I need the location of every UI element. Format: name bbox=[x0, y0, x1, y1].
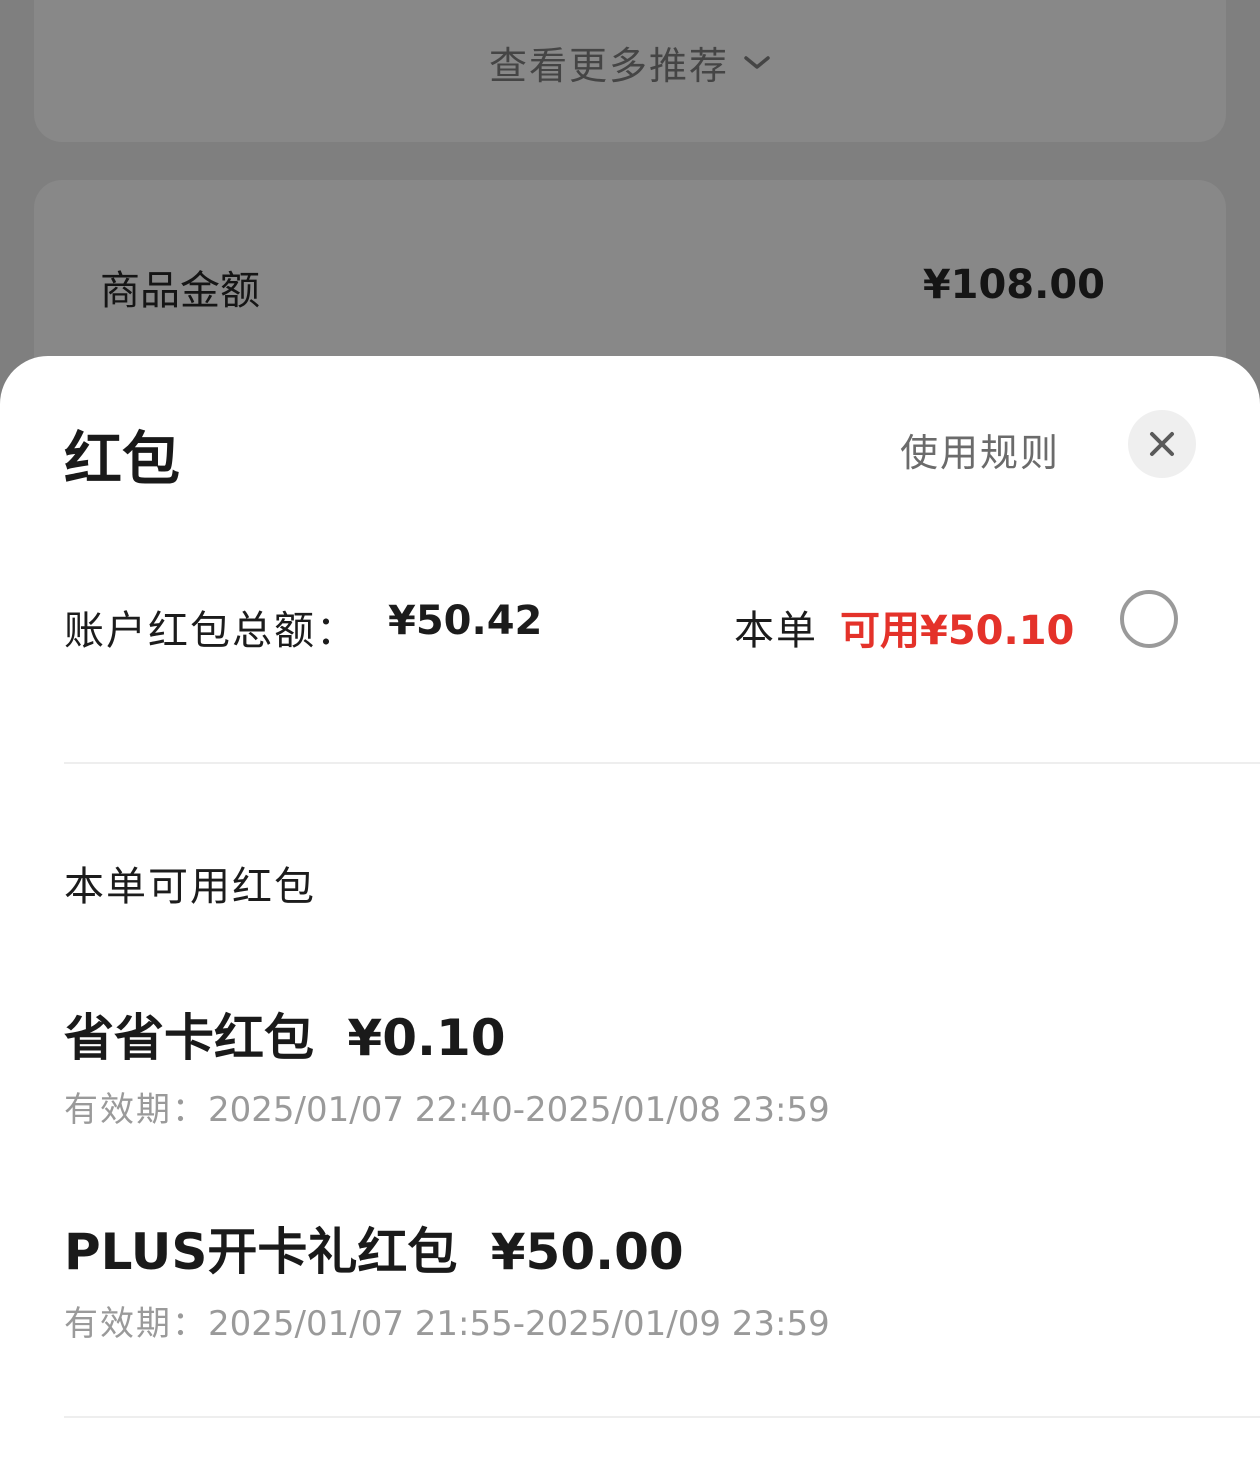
coupon-name: PLUS开卡礼红包 bbox=[64, 1223, 458, 1281]
coupon-validity: 有效期：2025/01/07 22:40-2025/01/08 23:59 bbox=[64, 1082, 830, 1131]
more-recommendations-label: 查看更多推荐 bbox=[488, 43, 729, 88]
account-total-label: 账户红包总额： bbox=[64, 608, 358, 654]
chevron-down-icon bbox=[743, 37, 771, 81]
account-total-value: ¥50.42 bbox=[388, 598, 543, 644]
close-icon bbox=[1150, 432, 1174, 456]
coupon-item-name: PLUS开卡礼红包 ¥50.00 bbox=[64, 1212, 684, 1284]
red-packet-sheet: 红包 使用规则 账户红包总额： ¥50.42 本单 可用¥50.10 本单可用红… bbox=[0, 356, 1260, 1470]
divider bbox=[64, 762, 1260, 764]
account-total-row: 账户红包总额： ¥50.42 本单 可用¥50.10 bbox=[64, 590, 1204, 654]
use-red-packet-radio[interactable] bbox=[1120, 590, 1178, 648]
order-label: 本单 bbox=[734, 608, 818, 654]
validity-label: 有效期： bbox=[64, 1304, 208, 1344]
coupon-item-name: 省省卡红包 ¥0.10 bbox=[64, 998, 506, 1070]
close-button[interactable] bbox=[1128, 410, 1196, 478]
sheet-title: 红包 bbox=[64, 425, 181, 493]
validity-label: 有效期： bbox=[64, 1090, 208, 1130]
validity-range: 2025/01/07 21:55-2025/01/09 23:59 bbox=[208, 1304, 830, 1344]
coupon-validity: 有效期：2025/01/07 21:55-2025/01/09 23:59 bbox=[64, 1296, 830, 1345]
coupon-amount: ¥50.00 bbox=[490, 1223, 684, 1281]
usage-rules-link[interactable]: 使用规则 bbox=[900, 422, 1060, 477]
coupon-amount: ¥0.10 bbox=[347, 1009, 506, 1067]
goods-amount-value: ¥108.00 bbox=[922, 262, 1105, 308]
order-available-amount: 可用¥50.10 bbox=[840, 608, 1075, 654]
more-recommendations-link[interactable]: 查看更多推荐 bbox=[0, 34, 1260, 90]
section-title: 本单可用红包 bbox=[64, 864, 316, 910]
coupon-name: 省省卡红包 bbox=[64, 1009, 314, 1067]
goods-amount-label: 商品金额 bbox=[100, 268, 260, 314]
validity-range: 2025/01/07 22:40-2025/01/08 23:59 bbox=[208, 1090, 830, 1130]
page: 查看更多推荐 商品金额 ¥108.00 红包 使用规则 账户红包总额： ¥50.… bbox=[0, 0, 1260, 1470]
divider bbox=[64, 1416, 1260, 1418]
